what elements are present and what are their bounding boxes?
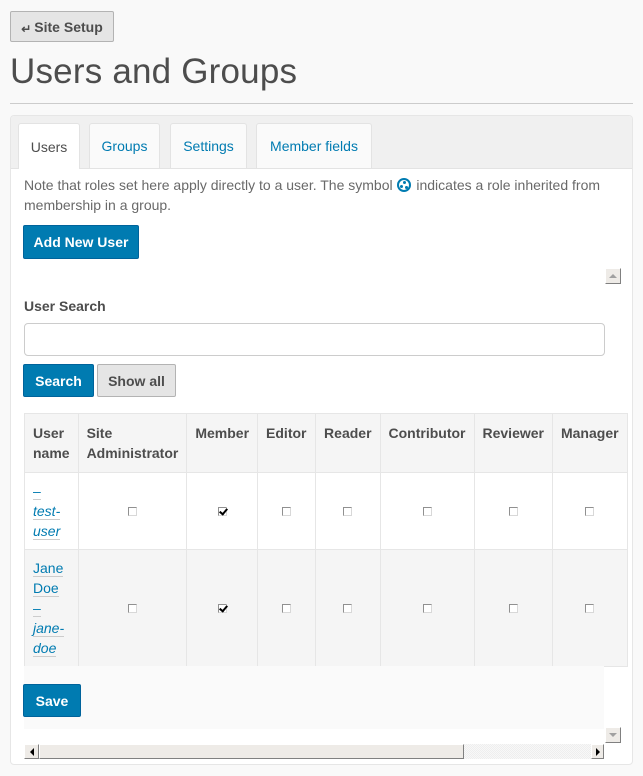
role-cell-manager: [551, 549, 628, 667]
column-header-reader: Reader: [315, 413, 381, 473]
note-text-start: Note that roles set here apply directly …: [24, 177, 397, 193]
role-checkbox-manager[interactable]: [585, 604, 595, 613]
role-checkbox-site-administrator[interactable]: [127, 604, 137, 613]
arrow-up-icon: [609, 274, 617, 278]
role-checkbox-manager[interactable]: [585, 507, 595, 516]
role-checkbox-editor[interactable]: [282, 507, 292, 516]
scroll-down-button[interactable]: [605, 727, 621, 743]
table-row: Jane Doe – jane-doe: [24, 549, 628, 667]
arrow-left-icon: [29, 747, 34, 756]
search-button[interactable]: Search: [23, 364, 94, 397]
role-cell-site-administrator: [77, 472, 188, 550]
role-cell-member: [186, 472, 259, 550]
column-header-user-name: User name: [24, 413, 79, 473]
role-checkbox-reader[interactable]: [343, 604, 353, 613]
role-cell-member: [186, 549, 259, 667]
column-header-member: Member: [186, 413, 259, 473]
role-cell-reviewer: [473, 549, 553, 667]
title-divider: [10, 103, 633, 104]
user-name-cell: Jane Doe – jane-doe: [24, 549, 79, 667]
role-cell-contributor: [379, 472, 475, 550]
tab-settings[interactable]: Settings: [170, 123, 247, 168]
user-roles-table: User name Site Administrator Member Edit…: [24, 413, 628, 667]
tab-member-fields[interactable]: Member fields: [256, 123, 372, 168]
return-arrow-icon: ↵: [21, 21, 32, 36]
page-title: Users and Groups: [10, 52, 298, 91]
role-cell-manager: [551, 472, 628, 550]
role-cell-site-administrator: [77, 549, 188, 667]
column-header-site-administrator: Site Administrator: [77, 413, 188, 473]
role-checkbox-reviewer[interactable]: [508, 507, 518, 516]
role-checkbox-member[interactable]: [217, 507, 227, 516]
role-cell-editor: [257, 549, 317, 667]
user-link-jane-doe[interactable]: Jane Doe – jane-doe: [33, 560, 65, 657]
scroll-up-button[interactable]: [605, 268, 621, 284]
user-search-input[interactable]: [24, 323, 605, 356]
column-header-contributor: Contributor: [379, 413, 475, 473]
roles-note: Note that roles set here apply directly …: [24, 175, 614, 215]
add-new-user-button[interactable]: Add New User: [23, 225, 139, 259]
role-checkbox-reader[interactable]: [343, 507, 353, 516]
scroll-right-button[interactable]: [591, 744, 604, 759]
role-cell-reader: [315, 472, 381, 550]
role-cell-reviewer: [473, 472, 553, 550]
role-cell-editor: [257, 472, 317, 550]
horizontal-scrollbar[interactable]: [24, 744, 604, 759]
arrow-right-icon: [595, 747, 600, 756]
tab-bar: Users Groups Settings Member fields: [11, 116, 632, 169]
tab-groups[interactable]: Groups: [89, 123, 160, 168]
scrollbar-thumb[interactable]: [39, 744, 464, 759]
role-checkbox-reviewer[interactable]: [508, 604, 518, 613]
user-name-cell: – test-user: [24, 472, 79, 550]
role-checkbox-contributor[interactable]: [422, 604, 432, 613]
role-cell-contributor: [379, 549, 475, 667]
role-checkbox-editor[interactable]: [282, 604, 292, 613]
site-setup-label: Site Setup: [34, 18, 103, 35]
role-cell-reader: [315, 549, 381, 667]
column-header-reviewer: Reviewer: [473, 413, 553, 473]
role-checkbox-contributor[interactable]: [422, 507, 432, 516]
role-checkbox-site-administrator[interactable]: [127, 507, 137, 516]
site-setup-button[interactable]: ↵ Site Setup: [10, 11, 114, 42]
table-row: – test-user: [24, 472, 628, 550]
users-panel: Users Groups Settings Member fields Note…: [10, 115, 633, 765]
arrow-down-icon: [609, 733, 617, 737]
tab-users[interactable]: Users: [18, 123, 80, 169]
scroll-left-button[interactable]: [24, 744, 39, 759]
form-actions: [24, 666, 604, 729]
user-search-label: User Search: [24, 298, 106, 314]
save-button[interactable]: Save: [23, 684, 81, 717]
column-header-editor: Editor: [257, 413, 317, 473]
role-checkbox-member[interactable]: [217, 604, 227, 613]
table-header-row: User name Site Administrator Member Edit…: [24, 413, 628, 473]
show-all-button[interactable]: Show all: [97, 364, 176, 397]
inherited-role-icon: [397, 178, 412, 192]
column-header-manager: Manager: [551, 413, 628, 473]
user-link-test-user[interactable]: – test-user: [33, 483, 61, 540]
